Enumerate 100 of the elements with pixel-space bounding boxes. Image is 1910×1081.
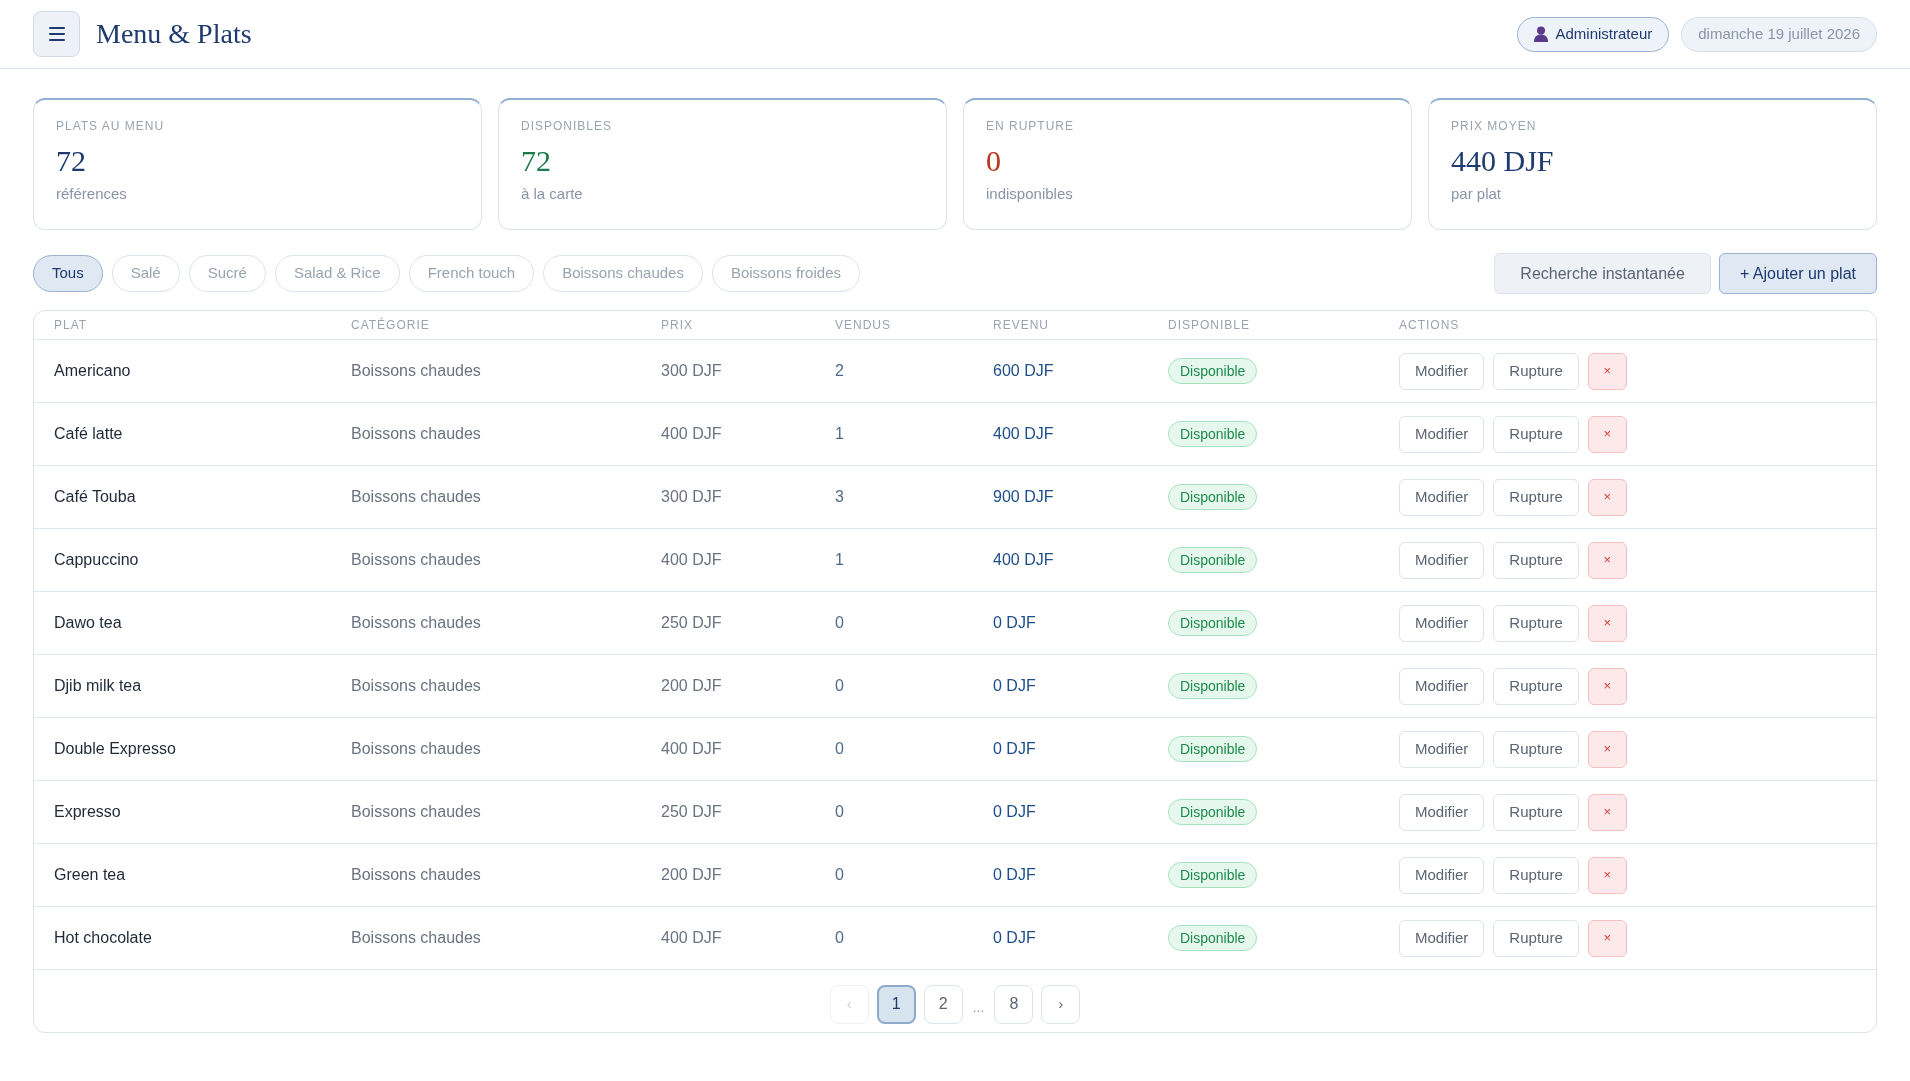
edit-button[interactable]: Modifier (1399, 415, 1485, 453)
user-name: Administrateur (1555, 23, 1653, 44)
table-cell-text: 0 (835, 802, 844, 822)
filter-chip[interactable]: Tous (33, 255, 103, 292)
out-of-stock-button[interactable]: Rupture (1493, 919, 1579, 957)
table-cell-text: 400 DJF (661, 550, 722, 570)
edit-button[interactable]: Modifier (1399, 730, 1485, 768)
stat-caption: à la carte (521, 184, 584, 204)
column-header: CATÉGORIE (351, 316, 431, 334)
delete-button[interactable]: × (1587, 856, 1627, 894)
stat-caption: indisponibles (986, 184, 1074, 204)
table-cell-text: 0 DJF (993, 928, 1036, 948)
table-cell-text: Americano (54, 361, 131, 381)
availability-badge: Disponible (1168, 421, 1258, 447)
table-cell-text: 600 DJF (993, 361, 1054, 381)
out-of-stock-button[interactable]: Rupture (1493, 730, 1579, 768)
delete-button[interactable]: × (1587, 919, 1627, 957)
table-cell-text: Green tea (54, 865, 126, 885)
edit-button[interactable]: Modifier (1399, 667, 1485, 705)
stat-label: DISPONIBLES (521, 118, 614, 135)
column-header: PLAT (54, 317, 89, 334)
table-cell-text: 0 (835, 676, 844, 696)
out-of-stock-button[interactable]: Rupture (1493, 478, 1579, 516)
table-cell-text: Dawo tea (54, 613, 122, 633)
table-cell-text: 0 (835, 739, 844, 759)
table-cell-text: Cappuccino (54, 550, 139, 570)
page-button[interactable]: 1 (876, 984, 916, 1024)
table-cell-text: 300 DJF (661, 361, 722, 381)
edit-button[interactable]: Modifier (1399, 352, 1485, 390)
delete-button[interactable]: × (1587, 415, 1627, 453)
edit-button[interactable]: Modifier (1399, 856, 1485, 894)
edit-button[interactable]: Modifier (1399, 478, 1485, 516)
user-pill[interactable]: Administrateur (1516, 16, 1670, 52)
table-cell-text: 400 DJF (661, 928, 722, 948)
table-cell-text: 400 DJF (993, 424, 1054, 444)
delete-button[interactable]: × (1587, 667, 1627, 705)
table-cell-text: 0 (835, 613, 844, 633)
table-cell-text: 250 DJF (661, 802, 722, 822)
table-cell-text: Boissons chaudes (351, 928, 481, 948)
out-of-stock-button[interactable]: Rupture (1493, 415, 1579, 453)
edit-button[interactable]: Modifier (1399, 604, 1485, 642)
table-cell-text: Café Touba (54, 487, 136, 507)
stat-caption: références (56, 184, 128, 204)
delete-button[interactable]: × (1587, 478, 1627, 516)
edit-button[interactable]: Modifier (1399, 793, 1485, 831)
page-title: Menu & Plats (96, 17, 252, 51)
stat-label: PRIX MOYEN (1451, 118, 1538, 135)
out-of-stock-button[interactable]: Rupture (1493, 604, 1579, 642)
delete-button[interactable]: × (1587, 793, 1627, 831)
delete-button[interactable]: × (1587, 604, 1627, 642)
out-of-stock-button[interactable]: Rupture (1493, 793, 1579, 831)
table-cell-text: Café latte (54, 424, 123, 444)
table-cell-text: Boissons chaudes (351, 865, 481, 885)
out-of-stock-button[interactable]: Rupture (1493, 541, 1579, 579)
availability-badge: Disponible (1168, 358, 1258, 384)
next-page-button[interactable]: › (1041, 984, 1081, 1024)
availability-badge: Disponible (1168, 610, 1258, 636)
stat-value: 440 DJF (1451, 143, 1555, 179)
table-cell-text: 900 DJF (993, 487, 1054, 507)
availability-badge: Disponible (1168, 736, 1258, 762)
column-header: DISPONIBLE (1168, 317, 1252, 334)
edit-button[interactable]: Modifier (1399, 541, 1485, 579)
table-cell-text: Boissons chaudes (351, 613, 481, 633)
table-cell-text: Hot chocolate (54, 928, 152, 948)
stat-value: 72 (56, 143, 87, 179)
table-cell-text: 400 DJF (993, 550, 1054, 570)
menu-button[interactable] (33, 11, 80, 57)
table-cell-text: 0 DJF (993, 676, 1036, 696)
instant-search-button[interactable]: Recherche instantanée (1494, 253, 1711, 294)
table-cell-text: Boissons chaudes (351, 802, 481, 822)
menu-icon (47, 26, 66, 42)
table-cell-text: Boissons chaudes (351, 361, 481, 381)
table-cell-text: Boissons chaudes (351, 550, 481, 570)
table-cell-text: 1 (835, 550, 844, 570)
table-cell-text: Expresso (54, 802, 121, 822)
delete-button[interactable]: × (1587, 541, 1627, 579)
column-header: VENDUS (835, 317, 892, 334)
add-dish-button[interactable]: + Ajouter un plat (1718, 253, 1877, 294)
edit-button[interactable]: Modifier (1399, 919, 1485, 957)
user-icon (1533, 26, 1548, 42)
table-cell-text: 200 DJF (661, 676, 722, 696)
availability-badge: Disponible (1168, 547, 1258, 573)
table-cell-text: Boissons chaudes (351, 676, 481, 696)
table-cell-text: 300 DJF (661, 487, 722, 507)
table-cell-text: Double Expresso (54, 739, 176, 759)
delete-button[interactable]: × (1587, 352, 1627, 390)
out-of-stock-button[interactable]: Rupture (1493, 856, 1579, 894)
table-cell-text: Djib milk tea (54, 676, 142, 696)
table-cell-text: 1 (835, 424, 844, 444)
table-cell-text: Boissons chaudes (351, 487, 481, 507)
table-cell-text: 0 DJF (993, 865, 1036, 885)
delete-button[interactable]: × (1587, 730, 1627, 768)
stat-label: PLATS AU MENU (56, 118, 166, 135)
table-cell-text: 0 (835, 928, 844, 948)
out-of-stock-button[interactable]: Rupture (1493, 352, 1579, 390)
page-button[interactable]: 2 (923, 984, 963, 1024)
out-of-stock-button[interactable]: Rupture (1493, 667, 1579, 705)
page-button[interactable]: 8 (994, 984, 1034, 1024)
availability-badge: Disponible (1168, 925, 1258, 951)
table-cell-text: 400 DJF (661, 424, 722, 444)
